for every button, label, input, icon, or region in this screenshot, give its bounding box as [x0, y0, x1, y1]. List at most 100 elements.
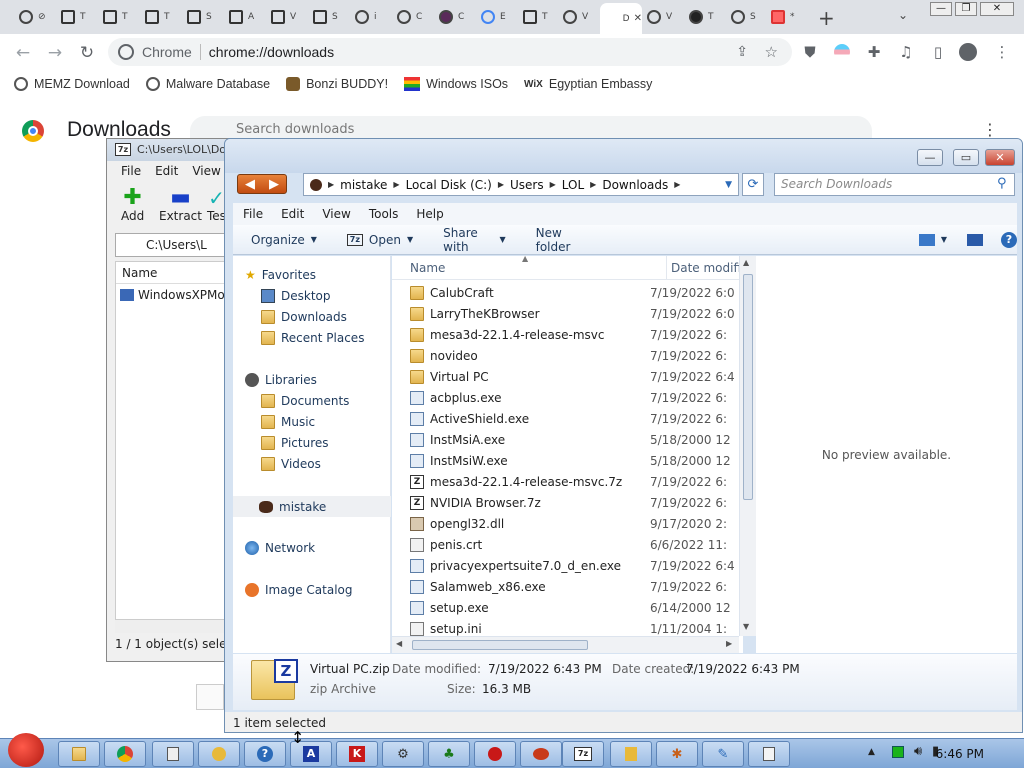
pride-flag-extension-icon[interactable]	[832, 42, 852, 62]
search-icon[interactable]: ⚲	[997, 176, 1007, 191]
table-row[interactable]: ActiveShield.exe 7/19/2022 6:	[410, 408, 740, 429]
address-dropdown-icon[interactable]: ▼	[725, 180, 732, 190]
taskbar-app-10[interactable]	[474, 741, 516, 767]
taskbar-app-15[interactable]: ✎	[702, 741, 744, 767]
scroll-down-icon[interactable]: ▼	[743, 622, 749, 631]
clock[interactable]: 6:46 PM	[936, 747, 984, 761]
taskbar-app-14[interactable]: ✱	[656, 741, 698, 767]
browser-tab[interactable]: T	[516, 6, 556, 28]
browser-tab[interactable]: V	[640, 6, 680, 28]
table-row[interactable]: opengl32.dll 9/17/2020 2:	[410, 513, 740, 534]
browser-tab[interactable]: C	[390, 6, 430, 28]
table-row[interactable]: InstMsiW.exe 5/18/2000 12	[410, 450, 740, 471]
7zip-add-button[interactable]: ✚ Add	[121, 187, 144, 224]
forward-arrow-icon[interactable]: ▶	[269, 177, 279, 192]
forward-button[interactable]: →	[44, 42, 66, 64]
browser-tab[interactable]: T	[682, 6, 722, 28]
browser-tab[interactable]: S	[306, 6, 346, 28]
nav-desktop[interactable]: Desktop	[261, 289, 331, 303]
nav-network[interactable]: Network	[245, 541, 315, 555]
scroll-up-icon[interactable]: ▲	[743, 258, 749, 267]
taskbar-app-8[interactable]: ⚙	[382, 741, 424, 767]
nav-libraries[interactable]: Libraries	[245, 373, 317, 387]
column-divider[interactable]	[666, 256, 667, 280]
back-forward-buttons[interactable]: ◀ ▶	[237, 174, 287, 194]
table-row[interactable]: privacyexpertsuite7.0_d_en.exe 7/19/2022 …	[410, 555, 740, 576]
search-downloads-field[interactable]: Search Downloads	[774, 173, 1015, 196]
table-row[interactable]: Zmesa3d-22.1.4-release-msvc.7z 7/19/2022 …	[410, 471, 740, 492]
taskbar-7zip[interactable]: 7z	[562, 741, 604, 767]
tray-expand-icon[interactable]: ▲	[868, 747, 875, 757]
breadcrumb-arrow[interactable]: ▶	[498, 180, 504, 189]
bookmark-star-icon[interactable]: ☆	[765, 43, 778, 61]
start-button[interactable]	[2, 729, 48, 768]
profile-avatar-icon[interactable]	[958, 42, 978, 62]
bookmark-windows-isos[interactable]: Windows ISOs	[404, 77, 508, 91]
new-folder-button[interactable]: New folder	[536, 226, 589, 254]
browser-tab[interactable]: A	[222, 6, 262, 28]
breadcrumb-arrow[interactable]: ▶	[328, 180, 334, 189]
menu-help[interactable]: Help	[416, 203, 443, 225]
share-icon[interactable]: ⇪	[736, 44, 748, 60]
view-options-button[interactable]: ▼	[918, 233, 947, 246]
taskbar-app-3[interactable]	[152, 741, 194, 767]
ublock-icon[interactable]: ⛊	[800, 42, 820, 62]
nav-favorites[interactable]: ★ Favorites	[245, 268, 316, 282]
scroll-left-icon[interactable]: ◀	[396, 639, 402, 648]
7zip-menu-edit[interactable]: Edit	[155, 161, 178, 181]
menu-file[interactable]: File	[243, 203, 263, 225]
nav-recent-places[interactable]: Recent Places	[261, 331, 364, 345]
reload-button[interactable]: ↻	[76, 42, 98, 64]
table-row[interactable]: penis.crt 6/6/2022 11:	[410, 534, 740, 555]
taskbar-app-16[interactable]	[748, 741, 790, 767]
breadcrumb-local-disk[interactable]: Local Disk (C:)	[406, 178, 492, 192]
maximize-button[interactable]: ▭	[953, 149, 979, 166]
menu-view[interactable]: View	[322, 203, 350, 225]
bookmark-bonzi-buddy[interactable]: Bonzi BUDDY!	[286, 77, 388, 91]
nav-downloads[interactable]: Downloads	[261, 310, 347, 324]
menu-kebab-icon[interactable]: ⋮	[992, 42, 1012, 62]
nav-music[interactable]: Music	[261, 415, 315, 429]
address-bar[interactable]: Chrome chrome://downloads ⇪ ☆	[108, 38, 792, 66]
menu-edit[interactable]: Edit	[281, 203, 304, 225]
7zip-menu-view[interactable]: View	[192, 161, 220, 181]
bookmark-memz[interactable]: MEMZ Download	[14, 77, 130, 91]
minimize-button[interactable]: —	[917, 149, 943, 166]
table-row[interactable]: CalubCraft 7/19/2022 6:0	[410, 282, 740, 303]
7zip-menu-file[interactable]: File	[121, 161, 141, 181]
taskbar-app-13[interactable]	[610, 741, 652, 767]
table-row[interactable]: mesa3d-22.1.4-release-msvc 7/19/2022 6:	[410, 324, 740, 345]
table-row[interactable]: Z NVIDIA Browser.7z 7/19/2022 6:	[410, 492, 740, 513]
bookmark-malware-database[interactable]: Malware Database	[145, 77, 270, 91]
7zip-extract-button[interactable]: ▬ Extract	[159, 187, 202, 224]
breadcrumb-arrow[interactable]: ▶	[393, 180, 399, 189]
table-row[interactable]: LarryTheKBrowser 7/19/2022 6:0	[410, 303, 740, 324]
side-panel-icon[interactable]: ▯	[928, 42, 948, 62]
browser-tab[interactable]: S	[180, 6, 220, 28]
nav-computer-mistake[interactable]: mistake	[233, 496, 391, 517]
nav-image-catalog[interactable]: Image Catalog	[245, 583, 352, 597]
breadcrumb-lol[interactable]: LOL	[562, 178, 584, 192]
taskbar-app-4[interactable]	[198, 741, 240, 767]
browser-tab[interactable]: ⊘	[12, 6, 52, 28]
browser-tab[interactable]: D ✕	[600, 3, 642, 34]
table-row[interactable]: InstMsiA.exe 5/18/2000 12	[410, 429, 740, 450]
extensions-puzzle-icon[interactable]: ✚	[864, 42, 884, 62]
table-row[interactable]: Salamweb_x86.exe 7/19/2022 6:	[410, 576, 740, 597]
back-arrow-icon[interactable]: ◀	[245, 177, 255, 192]
taskbar-chrome[interactable]	[104, 741, 146, 767]
taskbar-explorer[interactable]	[58, 741, 100, 767]
breadcrumb-mistake[interactable]: mistake	[340, 178, 387, 192]
breadcrumb-users[interactable]: Users	[510, 178, 544, 192]
vertical-scroll-thumb[interactable]	[743, 274, 753, 500]
column-name[interactable]: Name	[410, 261, 445, 275]
tab-search-icon[interactable]: ⌄	[898, 8, 908, 22]
new-tab-button[interactable]: +	[818, 6, 835, 30]
browser-tab[interactable]: T	[138, 6, 178, 28]
table-row[interactable]: Virtual PC 7/19/2022 6:4	[410, 366, 740, 387]
browser-tab[interactable]: S	[724, 6, 764, 28]
menu-tools[interactable]: Tools	[369, 203, 399, 225]
refresh-button[interactable]: ⟳	[742, 173, 764, 196]
table-row[interactable]: acbplus.exe 7/19/2022 6:	[410, 387, 740, 408]
taskbar-app-9[interactable]: ♣	[428, 741, 470, 767]
